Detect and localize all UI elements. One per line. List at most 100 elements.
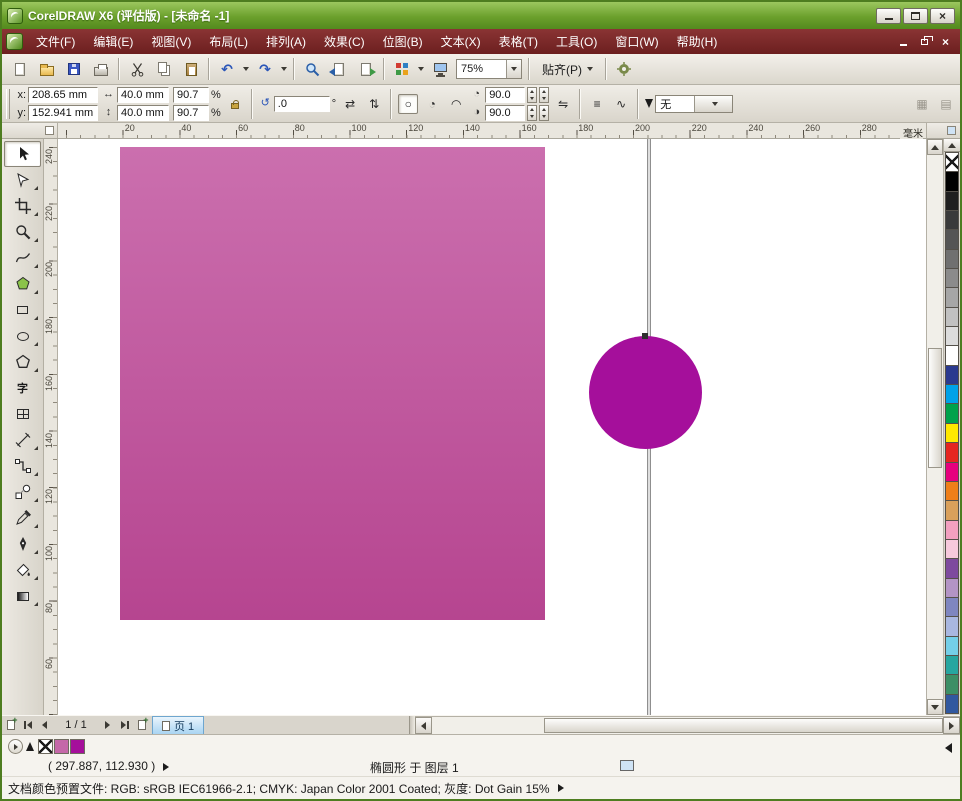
color-swatch[interactable] xyxy=(945,500,959,520)
undo-button-dropdown[interactable] xyxy=(241,57,251,81)
color-swatch[interactable] xyxy=(945,558,959,578)
ellipse-tool[interactable] xyxy=(4,323,41,349)
color-swatch[interactable] xyxy=(945,674,959,694)
maximize-button[interactable] xyxy=(903,8,928,24)
vertical-ruler[interactable]: 2402202001801601401201008060 xyxy=(44,139,58,715)
color-swatch[interactable] xyxy=(945,171,959,191)
menu-layout[interactable]: 布局(L) xyxy=(200,29,257,54)
polygon-tool[interactable] xyxy=(4,349,41,375)
zoom-tool[interactable] xyxy=(4,219,41,245)
menu-window[interactable]: 窗口(W) xyxy=(606,29,667,54)
scroll-left-button[interactable] xyxy=(415,717,432,734)
insert-page-button[interactable] xyxy=(133,716,150,734)
object-x-position-field[interactable] xyxy=(28,87,98,103)
color-swatch[interactable] xyxy=(945,442,959,462)
expand-profile-icon[interactable] xyxy=(558,784,564,792)
scroll-up-button[interactable] xyxy=(927,139,943,155)
welcome-screen-button[interactable] xyxy=(427,57,453,81)
ruler-origin-button[interactable] xyxy=(2,123,58,138)
outline-pen-tool[interactable] xyxy=(4,531,41,557)
object-width-field[interactable] xyxy=(117,87,169,103)
property-bar-grip[interactable] xyxy=(6,89,10,119)
options-button[interactable] xyxy=(611,57,637,81)
application-launcher-button-dropdown[interactable] xyxy=(416,57,426,81)
color-swatch[interactable] xyxy=(945,268,959,288)
horizontal-scrollbar[interactable] xyxy=(415,716,960,734)
end-angle-field[interactable] xyxy=(485,105,525,121)
palette-scroll-up-button[interactable] xyxy=(944,139,960,152)
cut-button[interactable] xyxy=(124,57,150,81)
scroll-right-button[interactable] xyxy=(943,717,960,734)
zoom-dropdown-arrow[interactable] xyxy=(506,60,521,78)
connector-tool[interactable] xyxy=(4,453,41,479)
object-height-field[interactable] xyxy=(117,105,169,121)
doc-color-swatch[interactable] xyxy=(70,739,85,754)
color-swatch[interactable] xyxy=(945,229,959,249)
paste-button[interactable] xyxy=(178,57,204,81)
table-tool[interactable] xyxy=(4,401,41,427)
color-swatch[interactable] xyxy=(945,655,959,675)
palette-scroll-button[interactable] xyxy=(8,739,23,754)
menu-table[interactable]: 表格(T) xyxy=(490,29,547,54)
object-y-position-field[interactable] xyxy=(28,105,98,121)
next-page-button[interactable] xyxy=(99,716,116,734)
color-swatch[interactable] xyxy=(945,481,959,501)
page-tab[interactable]: 页 1 xyxy=(152,716,204,734)
color-swatch[interactable] xyxy=(945,307,959,327)
lock-ratio-button[interactable] xyxy=(225,94,245,114)
color-swatch[interactable] xyxy=(945,403,959,423)
export-button[interactable] xyxy=(353,57,379,81)
mirror-horizontal-button[interactable]: ⇄ xyxy=(340,94,360,114)
color-swatch[interactable] xyxy=(945,539,959,559)
drawn-ellipse[interactable] xyxy=(589,336,702,449)
palette-flyout-icon[interactable] xyxy=(945,743,952,753)
close-button[interactable]: × xyxy=(930,8,955,24)
ruler-options-button[interactable] xyxy=(926,123,960,138)
color-swatch[interactable] xyxy=(945,249,959,269)
color-swatch[interactable] xyxy=(945,384,959,404)
menu-file[interactable]: 文件(F) xyxy=(27,29,84,54)
freehand-tool[interactable] xyxy=(4,245,41,271)
horizontal-scroll-track[interactable] xyxy=(432,717,943,734)
pie-mode-button[interactable]: ◔ xyxy=(422,94,442,114)
ellipse-node-handle[interactable] xyxy=(642,333,648,339)
customize-button[interactable]: ▤ xyxy=(936,94,956,114)
color-swatch[interactable] xyxy=(945,191,959,211)
interactive-fill-tool[interactable] xyxy=(4,583,41,609)
ellipse-mode-button[interactable]: ○ xyxy=(398,94,418,114)
snap-to-button[interactable]: 贴齐(P) xyxy=(534,58,601,80)
color-swatch[interactable] xyxy=(945,694,959,714)
document-close-button[interactable]: × xyxy=(938,35,953,48)
convert-to-curve-button[interactable]: ∿ xyxy=(611,94,631,114)
color-swatch[interactable] xyxy=(945,287,959,307)
save-button[interactable] xyxy=(61,57,87,81)
change-direction-button[interactable]: ⇋ xyxy=(553,94,573,114)
menu-effects[interactable]: 效果(C) xyxy=(315,29,374,54)
open-button[interactable] xyxy=(34,57,60,81)
copy-button[interactable] xyxy=(151,57,177,81)
zoom-level-combo[interactable]: 75% xyxy=(456,59,522,79)
mirror-vertical-button[interactable]: ⇅ xyxy=(364,94,384,114)
blend-tool[interactable] xyxy=(4,479,41,505)
drawn-rectangle[interactable] xyxy=(120,147,545,620)
application-launcher-button[interactable] xyxy=(389,57,415,81)
color-swatch[interactable] xyxy=(945,210,959,230)
proof-settings-icon[interactable] xyxy=(620,760,634,771)
crop-tool[interactable] xyxy=(4,193,41,219)
horizontal-ruler[interactable]: 毫米 2040608010012014016018020022024026028… xyxy=(58,123,926,138)
scale-vertical-field[interactable] xyxy=(173,105,209,121)
menu-help[interactable]: 帮助(H) xyxy=(668,29,727,54)
color-swatch[interactable] xyxy=(945,616,959,636)
end-angle-spinner[interactable] xyxy=(527,105,537,121)
fill-tool[interactable] xyxy=(4,557,41,583)
scroll-down-button[interactable] xyxy=(927,699,943,715)
start-angle-spinner[interactable] xyxy=(527,87,537,103)
vertical-scroll-track[interactable] xyxy=(927,155,943,699)
drawing-canvas[interactable] xyxy=(58,139,926,715)
add-page-button[interactable] xyxy=(2,716,19,734)
vertical-scrollbar[interactable] xyxy=(926,139,943,715)
redo-button-dropdown[interactable] xyxy=(279,57,289,81)
outline-width-select[interactable]: 无 xyxy=(655,95,733,113)
color-swatch[interactable] xyxy=(945,520,959,540)
new-document-button[interactable] xyxy=(7,57,33,81)
